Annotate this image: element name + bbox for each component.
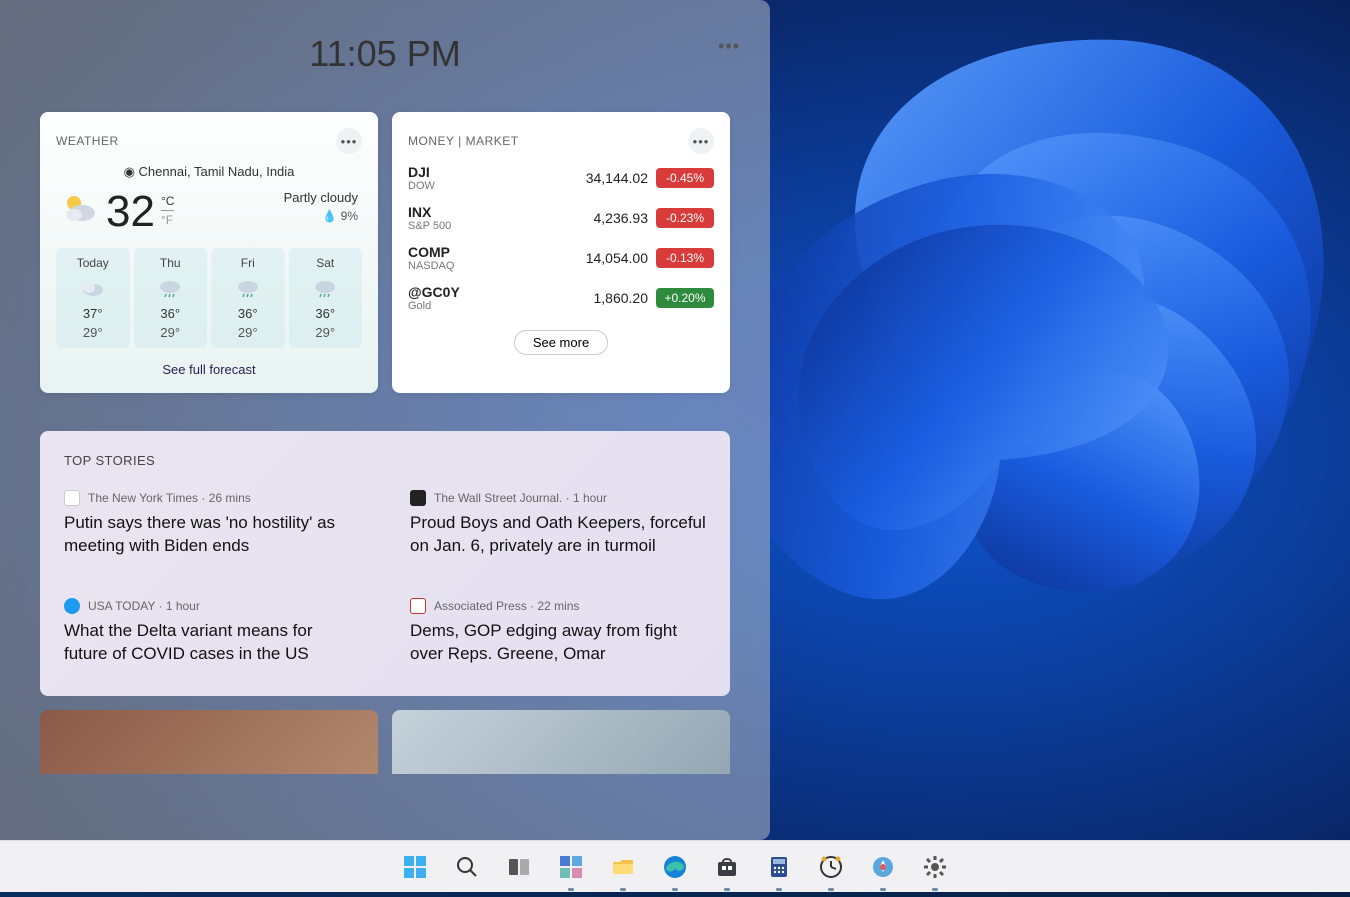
- top-stories-title: TOP STORIES: [64, 453, 706, 468]
- droplet-icon: 💧: [322, 209, 337, 223]
- market-see-more-button[interactable]: See more: [514, 330, 608, 355]
- widgets-panel: 11:05 PM ••• WEATHER ••• ◉ Chennai, Tami…: [0, 0, 770, 840]
- change-badge: -0.13%: [656, 248, 714, 268]
- start-button[interactable]: [401, 853, 429, 881]
- change-badge: +0.20%: [656, 288, 714, 308]
- story-item[interactable]: USA TODAY · 1 hour What the Delta varian…: [64, 598, 360, 666]
- file-explorer-button[interactable]: [609, 853, 637, 881]
- taskbar: [0, 840, 1350, 892]
- weather-widget[interactable]: WEATHER ••• ◉ Chennai, Tamil Nadu, India: [40, 112, 378, 393]
- snipping-tool-button[interactable]: [869, 853, 897, 881]
- top-stories-widget: TOP STORIES The New York Times · 26 mins…: [40, 431, 730, 696]
- weather-menu-button[interactable]: •••: [336, 128, 362, 154]
- clock-button[interactable]: [817, 853, 845, 881]
- market-row[interactable]: INX S&P 500 4,236.93 -0.23%: [408, 204, 714, 232]
- forecast-day[interactable]: Fri 36° 29°: [211, 248, 285, 348]
- story-item[interactable]: The Wall Street Journal. · 1 hour Proud …: [410, 490, 706, 558]
- panel-menu-button[interactable]: •••: [718, 36, 740, 57]
- panel-time: 11:05 PM: [309, 33, 460, 75]
- settings-button[interactable]: [921, 853, 949, 881]
- weather-temperature: 32: [106, 190, 155, 234]
- forecast-row: Today 37° 29° Thu 36° 29° Fri 36° 29°: [56, 248, 362, 348]
- news-image-card[interactable]: [40, 710, 378, 774]
- weather-title: WEATHER: [56, 134, 119, 148]
- market-row[interactable]: @GC0Y Gold 1,860.20 +0.20%: [408, 284, 714, 312]
- cloud-icon: [60, 276, 126, 298]
- change-badge: -0.45%: [656, 168, 714, 188]
- nyt-icon: [64, 490, 80, 506]
- location-pin-icon: ◉: [124, 164, 135, 179]
- edge-button[interactable]: [661, 853, 689, 881]
- widgets-button[interactable]: [557, 853, 585, 881]
- forecast-day[interactable]: Today 37° 29°: [56, 248, 130, 348]
- market-menu-button[interactable]: •••: [688, 128, 714, 154]
- market-title: MONEY | MARKET: [408, 134, 519, 148]
- forecast-day[interactable]: Sat 36° 29°: [289, 248, 363, 348]
- news-image-card[interactable]: [392, 710, 730, 774]
- weather-partly-cloudy-icon: [60, 190, 100, 230]
- usatoday-icon: [64, 598, 80, 614]
- weather-location: ◉ Chennai, Tamil Nadu, India: [56, 164, 362, 180]
- story-item[interactable]: Associated Press · 22 mins Dems, GOP edg…: [410, 598, 706, 666]
- forecast-day[interactable]: Thu 36° 29°: [134, 248, 208, 348]
- unit-celsius[interactable]: °C: [161, 194, 174, 211]
- task-view-button[interactable]: [505, 853, 533, 881]
- cloud-rain-icon: [215, 276, 281, 298]
- ap-icon: [410, 598, 426, 614]
- market-row[interactable]: COMP NASDAQ 14,054.00 -0.13%: [408, 244, 714, 272]
- see-full-forecast-link[interactable]: See full forecast: [56, 362, 362, 377]
- calculator-button[interactable]: [765, 853, 793, 881]
- wsj-icon: [410, 490, 426, 506]
- change-badge: -0.23%: [656, 208, 714, 228]
- unit-fahrenheit[interactable]: °F: [161, 211, 174, 227]
- cloud-rain-icon: [293, 276, 359, 298]
- story-item[interactable]: The New York Times · 26 mins Putin says …: [64, 490, 360, 558]
- weather-condition: Partly cloudy: [284, 190, 358, 205]
- store-button[interactable]: [713, 853, 741, 881]
- market-widget[interactable]: MONEY | MARKET ••• DJI DOW 34,144.02 -0.…: [392, 112, 730, 393]
- cloud-rain-icon: [138, 276, 204, 298]
- market-row[interactable]: DJI DOW 34,144.02 -0.45%: [408, 164, 714, 192]
- search-button[interactable]: [453, 853, 481, 881]
- weather-humidity: 9%: [341, 209, 358, 223]
